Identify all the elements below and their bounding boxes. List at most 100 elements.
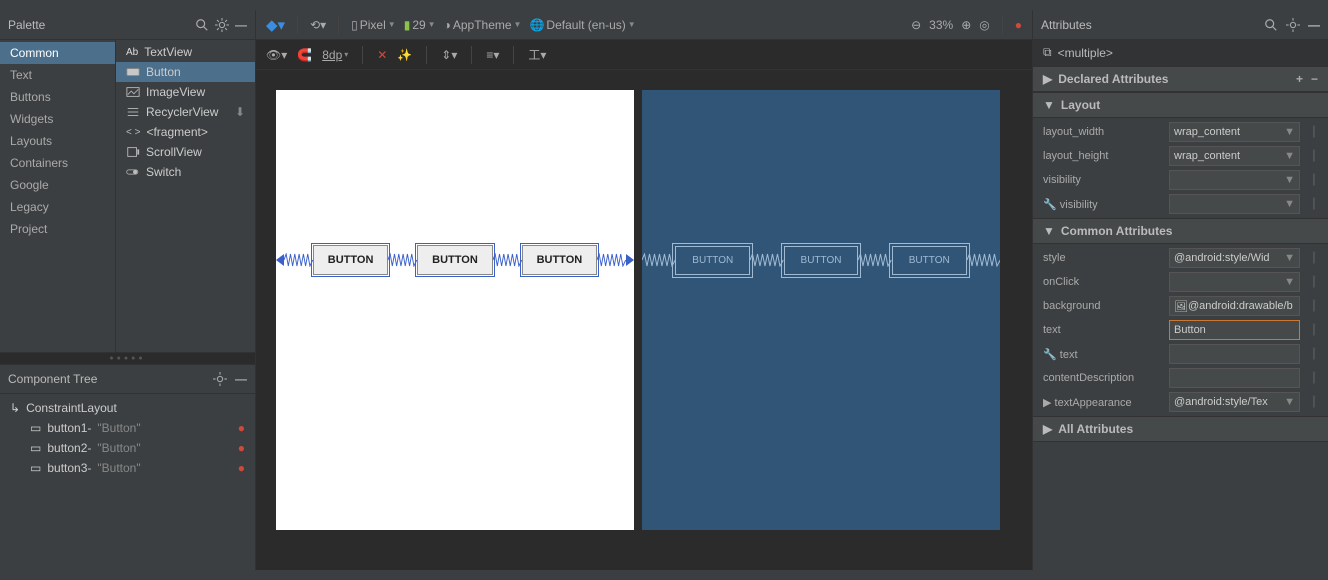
pick-resource-icon[interactable]: ⎮ <box>1310 175 1318 186</box>
minimize-icon[interactable]: — <box>1308 18 1320 32</box>
component-tree-body: ↳ConstraintLayout ▭button1- "Button"● ▭b… <box>0 394 255 570</box>
palette-item[interactable]: Button <box>116 62 255 82</box>
palette-category[interactable]: Layouts <box>0 130 115 152</box>
palette-category[interactable]: Common <box>0 42 115 64</box>
zoom-in-icon[interactable]: ⊕ <box>961 18 971 32</box>
pack-icon[interactable]: ⇕▾ <box>441 48 457 62</box>
minimize-icon[interactable]: — <box>235 18 247 32</box>
error-icon[interactable]: ● <box>238 441 245 455</box>
guidelines-icon[interactable]: 工▾ <box>528 46 546 63</box>
api-dropdown[interactable]: ▮ 29▼ <box>404 18 436 32</box>
pick-resource-icon[interactable]: ⎮ <box>1310 199 1318 210</box>
palette-item[interactable]: Switch <box>116 162 255 182</box>
attr-field-visibility[interactable]: ▼ <box>1169 170 1300 190</box>
attr-field-onclick[interactable]: ▼ <box>1169 272 1300 292</box>
pick-resource-icon[interactable]: ⎮ <box>1310 349 1318 360</box>
autoconnect-icon[interactable]: 🧲 <box>297 48 312 62</box>
error-badge-icon[interactable]: ● <box>1015 18 1022 32</box>
clear-constraints-icon[interactable]: ✕ <box>377 48 387 62</box>
canvas-area[interactable]: BUTTON BUTTON BUTTON BUTTON BUTTON BUTTO… <box>256 70 1032 570</box>
attr-field-style[interactable]: @android:style/Wid▼ <box>1169 248 1300 268</box>
attr-field-tools-text[interactable] <box>1169 344 1300 364</box>
common-attributes-section[interactable]: ▼Common Attributes <box>1033 218 1328 244</box>
palette-item[interactable]: ImageView <box>116 82 255 102</box>
search-icon[interactable] <box>195 18 209 32</box>
remove-attribute-icon[interactable]: − <box>1311 72 1318 86</box>
gear-icon[interactable] <box>215 18 229 32</box>
device-dropdown[interactable]: ▯ Pixel▼ <box>351 18 396 32</box>
design-button[interactable]: BUTTON <box>417 245 493 275</box>
palette-item[interactable]: RecyclerView⬇ <box>116 102 255 122</box>
default-margin-dropdown[interactable]: 8dp▾ <box>322 48 348 62</box>
pick-resource-icon[interactable]: ⎮ <box>1310 151 1318 162</box>
error-icon[interactable]: ● <box>238 421 245 435</box>
chevron-down-icon: ▼ <box>1043 224 1055 238</box>
blueprint-button[interactable]: BUTTON <box>675 246 750 275</box>
orientation-icon[interactable]: ⟲▾ <box>310 18 326 32</box>
pick-resource-icon[interactable]: ⎮ <box>1310 277 1318 288</box>
tree-item[interactable]: ▭button2- "Button"● <box>0 438 255 458</box>
palette-item[interactable]: < ><fragment> <box>116 122 255 142</box>
attr-field-layout-height[interactable]: wrap_content▼ <box>1169 146 1300 166</box>
palette-item[interactable]: ScrollView <box>116 142 255 162</box>
attr-field-tools-visibility[interactable]: ▼ <box>1169 194 1300 214</box>
tree-item[interactable]: ▭button1- "Button"● <box>0 418 255 438</box>
fragment-icon: < > <box>126 127 140 138</box>
constraint-handle-icon[interactable] <box>276 254 284 266</box>
tree-root[interactable]: ↳ConstraintLayout <box>0 398 255 418</box>
palette-category[interactable]: Google <box>0 174 115 196</box>
palette-items: AbTextView Button ImageView RecyclerView… <box>116 40 255 352</box>
infer-constraints-icon[interactable]: ✨ <box>397 48 412 62</box>
locale-dropdown[interactable]: 🌐 Default (en-us)▼ <box>529 18 635 32</box>
constraint-handle-icon[interactable] <box>626 254 634 266</box>
palette-category[interactable]: Buttons <box>0 86 115 108</box>
pick-resource-icon[interactable]: ⎮ <box>1310 127 1318 138</box>
zoom-out-icon[interactable]: ⊖ <box>911 18 921 32</box>
design-button[interactable]: BUTTON <box>313 245 389 275</box>
align-icon[interactable]: ≡▾ <box>486 48 499 62</box>
palette-category[interactable]: Widgets <box>0 108 115 130</box>
gear-icon[interactable] <box>1286 18 1300 32</box>
button-icon: ▭ <box>30 421 41 435</box>
attr-field-text[interactable]: Button <box>1169 320 1300 340</box>
palette-category[interactable]: Containers <box>0 152 115 174</box>
blueprint-button[interactable]: BUTTON <box>892 246 967 275</box>
surface-icon[interactable]: ◆▾ <box>266 16 285 34</box>
attr-row-layout-width: layout_width wrap_content▼ ⎮ <box>1033 120 1328 144</box>
chevron-right-icon[interactable]: ▶ <box>1043 397 1051 409</box>
tree-item[interactable]: ▭button3- "Button"● <box>0 458 255 478</box>
all-attributes-section[interactable]: ▶All Attributes <box>1033 416 1328 442</box>
attr-label: ▶ textAppearance <box>1043 396 1163 409</box>
resize-handle[interactable]: ●●●●● <box>0 353 255 364</box>
attr-field-textappearance[interactable]: @android:style/Tex▼ <box>1169 392 1300 412</box>
declared-attributes-section[interactable]: ▶Declared Attributes +− <box>1033 66 1328 92</box>
search-icon[interactable] <box>1264 18 1278 32</box>
design-button[interactable]: BUTTON <box>522 245 598 275</box>
error-icon[interactable]: ● <box>238 461 245 475</box>
tools-icon: 🔧 <box>1043 349 1057 361</box>
palette-category[interactable]: Project <box>0 218 115 240</box>
layout-section[interactable]: ▼Layout <box>1033 92 1328 118</box>
minimize-icon[interactable]: — <box>235 372 247 386</box>
attr-field-layout-width[interactable]: wrap_content▼ <box>1169 122 1300 142</box>
pick-resource-icon[interactable]: ⎮ <box>1310 301 1318 312</box>
attr-field-contentdescription[interactable] <box>1169 368 1300 388</box>
palette-category[interactable]: Text <box>0 64 115 86</box>
zoom-fit-icon[interactable]: ◎ <box>979 18 989 32</box>
blueprint-button[interactable]: BUTTON <box>784 246 859 275</box>
gear-icon[interactable] <box>213 372 227 386</box>
chevron-down-icon: ▼ <box>1043 98 1055 112</box>
attr-field-background[interactable]: 🖼 @android:drawable/b <box>1169 296 1300 316</box>
download-icon[interactable]: ⬇ <box>235 105 245 119</box>
blueprint-surface[interactable]: BUTTON BUTTON BUTTON <box>642 90 1000 530</box>
pick-resource-icon[interactable]: ⎮ <box>1310 373 1318 384</box>
add-attribute-icon[interactable]: + <box>1296 72 1303 86</box>
palette-item[interactable]: AbTextView <box>116 42 255 62</box>
pick-resource-icon[interactable]: ⎮ <box>1310 325 1318 336</box>
design-surface[interactable]: BUTTON BUTTON BUTTON <box>276 90 634 530</box>
palette-category[interactable]: Legacy <box>0 196 115 218</box>
pick-resource-icon[interactable]: ⎮ <box>1310 253 1318 264</box>
pick-resource-icon[interactable]: ⎮ <box>1310 397 1318 408</box>
theme-dropdown[interactable]: ◑ AppTheme▼ <box>444 18 522 32</box>
view-options-icon[interactable]: 👁▾ <box>266 48 287 62</box>
